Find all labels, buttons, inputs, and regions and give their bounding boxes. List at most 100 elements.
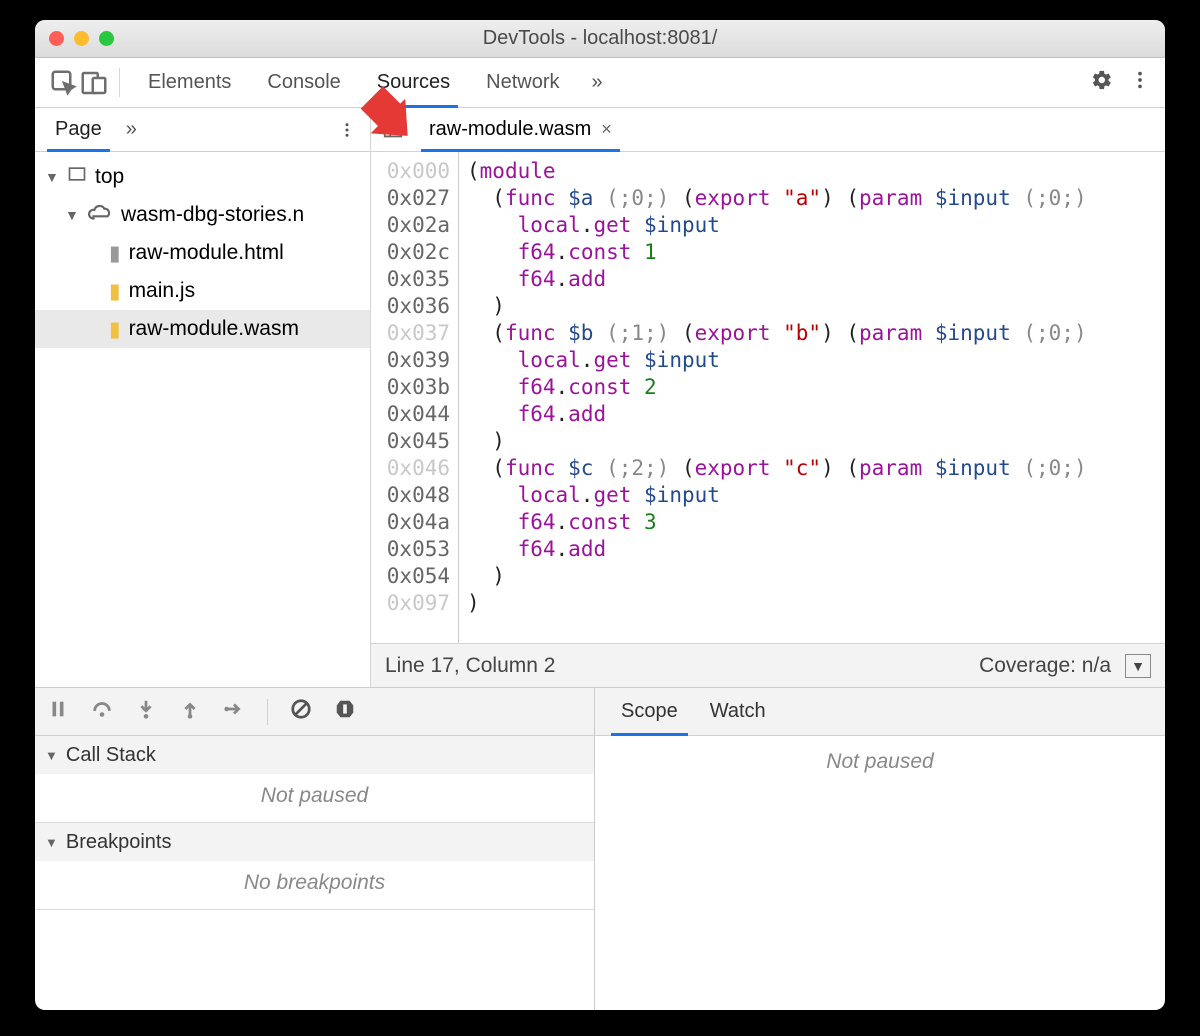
close-tab-icon[interactable]: × [601, 119, 612, 140]
code-line[interactable]: ) [467, 563, 1157, 590]
minimize-window-button[interactable] [74, 31, 89, 46]
navigator-pane: Page » ▼ top ▼ wasm-dbg-storie [35, 108, 371, 687]
gutter-address[interactable]: 0x054 [371, 563, 450, 590]
tree-file[interactable]: ▮ main.js [35, 272, 370, 310]
section-header[interactable]: ▼ Breakpoints [35, 823, 594, 861]
step-over-icon[interactable] [91, 698, 113, 726]
gutter-address[interactable]: 0x027 [371, 185, 450, 212]
gutter-address[interactable]: 0x04a [371, 509, 450, 536]
tabs-overflow-icon[interactable]: » [578, 58, 617, 107]
close-window-button[interactable] [49, 31, 64, 46]
code-line[interactable]: ) [467, 293, 1157, 320]
gutter-address[interactable]: 0x02a [371, 212, 450, 239]
gutter-address[interactable]: 0x03b [371, 374, 450, 401]
section-body: Not paused [35, 774, 594, 822]
gutter-address[interactable]: 0x035 [371, 266, 450, 293]
traffic-lights [49, 31, 114, 46]
deactivate-breakpoints-icon[interactable] [290, 698, 312, 726]
code-line[interactable]: f64.add [467, 401, 1157, 428]
code-line[interactable]: ) [467, 590, 1157, 617]
section-header[interactable]: ▼ Call Stack [35, 736, 594, 774]
devtools-window: DevTools - localhost:8081/ Elements Cons… [35, 20, 1165, 1010]
navigator-tab-page[interactable]: Page [41, 108, 116, 151]
step-icon[interactable] [223, 698, 245, 726]
step-into-icon[interactable] [135, 698, 157, 726]
coverage-label: Coverage: n/a [979, 654, 1111, 678]
tree-file[interactable]: ▮ raw-module.html [35, 234, 370, 272]
tab-watch[interactable]: Watch [694, 688, 782, 735]
tree-file-selected[interactable]: ▮ raw-module.wasm [35, 310, 370, 348]
line-number-gutter[interactable]: 0x0000x0270x02a0x02c0x0350x0360x0370x039… [371, 152, 459, 643]
editor-tabs: raw-module.wasm × [371, 108, 1165, 152]
annotation-arrow-icon [343, 86, 413, 162]
gutter-address[interactable]: 0x044 [371, 401, 450, 428]
gutter-address[interactable]: 0x02c [371, 239, 450, 266]
gutter-address[interactable]: 0x039 [371, 347, 450, 374]
chevron-down-icon: ▼ [45, 835, 58, 850]
navigator-tabs: Page » [35, 108, 370, 152]
tree-top-frame[interactable]: ▼ top [35, 158, 370, 196]
debugger-right-pane: Scope Watch Not paused [595, 688, 1165, 1010]
code-line[interactable]: local.get $input [467, 212, 1157, 239]
code-line[interactable]: f64.add [467, 266, 1157, 293]
tab-network[interactable]: Network [468, 58, 577, 107]
code-line[interactable]: f64.add [467, 536, 1157, 563]
tree-label: raw-module.html [129, 241, 284, 265]
frame-icon [67, 164, 87, 190]
code-line[interactable]: (func $b (;1;) (export "b") (param $inpu… [467, 320, 1157, 347]
chevron-down-icon: ▼ [45, 169, 59, 185]
editor-pane: raw-module.wasm × 0x0000x0270x02a0x02c0x… [371, 108, 1165, 687]
debugger-left-pane: ▼ Call Stack Not paused ▼ Breakpoints No… [35, 688, 595, 1010]
scope-body: Not paused [595, 736, 1165, 788]
editor-status-bar: Line 17, Column 2 Coverage: n/a ▼ [371, 643, 1165, 687]
gutter-address[interactable]: 0x097 [371, 590, 450, 617]
code-content[interactable]: (module (func $a (;0;) (export "a") (par… [459, 152, 1165, 643]
code-line[interactable]: local.get $input [467, 347, 1157, 374]
chevron-down-icon: ▼ [45, 748, 58, 763]
file-icon: ▮ [109, 241, 121, 266]
scope-tabs: Scope Watch [595, 688, 1165, 736]
gutter-address[interactable]: 0x046 [371, 455, 450, 482]
code-line[interactable]: ) [467, 428, 1157, 455]
tab-elements[interactable]: Elements [130, 58, 249, 107]
gutter-address[interactable]: 0x053 [371, 536, 450, 563]
breakpoints-section: ▼ Breakpoints No breakpoints [35, 823, 594, 910]
settings-gear-icon[interactable] [1091, 69, 1113, 97]
pause-icon[interactable] [47, 698, 69, 726]
code-line[interactable]: f64.const 2 [467, 374, 1157, 401]
window-titlebar: DevTools - localhost:8081/ [35, 20, 1165, 58]
gutter-address[interactable]: 0x036 [371, 293, 450, 320]
zoom-window-button[interactable] [99, 31, 114, 46]
navigator-tabs-overflow-icon[interactable]: » [116, 108, 147, 151]
inspect-element-icon[interactable] [49, 58, 79, 107]
code-line[interactable]: local.get $input [467, 482, 1157, 509]
gutter-address[interactable]: 0x045 [371, 428, 450, 455]
window-title: DevTools - localhost:8081/ [35, 27, 1165, 50]
tab-scope[interactable]: Scope [605, 688, 694, 735]
step-out-icon[interactable] [179, 698, 201, 726]
editor-tab-raw-module[interactable]: raw-module.wasm × [415, 108, 626, 151]
gutter-address[interactable]: 0x000 [371, 158, 450, 185]
code-line[interactable]: f64.const 1 [467, 239, 1157, 266]
chevron-down-icon: ▼ [65, 207, 79, 223]
js-file-icon: ▮ [109, 279, 121, 304]
separator [119, 68, 120, 97]
gutter-address[interactable]: 0x048 [371, 482, 450, 509]
section-body: No breakpoints [35, 861, 594, 909]
gutter-address[interactable]: 0x037 [371, 320, 450, 347]
tree-label: wasm-dbg-stories.n [121, 203, 304, 227]
code-line[interactable]: (func $a (;0;) (export "a") (param $inpu… [467, 185, 1157, 212]
pause-on-exceptions-icon[interactable] [334, 698, 356, 726]
code-line[interactable]: f64.const 3 [467, 509, 1157, 536]
code-editor[interactable]: 0x0000x0270x02a0x02c0x0350x0360x0370x039… [371, 152, 1165, 643]
more-options-icon[interactable] [1129, 69, 1151, 97]
coverage-dropdown-icon[interactable]: ▼ [1125, 654, 1151, 678]
device-toolbar-icon[interactable] [79, 58, 109, 107]
main-tabs: Elements Console Sources Network » [35, 58, 1165, 108]
separator [267, 699, 268, 725]
file-tree: ▼ top ▼ wasm-dbg-stories.n ▮ raw-module.… [35, 152, 370, 687]
tree-origin[interactable]: ▼ wasm-dbg-stories.n [35, 196, 370, 234]
code-line[interactable]: (module [467, 158, 1157, 185]
code-line[interactable]: (func $c (;2;) (export "c") (param $inpu… [467, 455, 1157, 482]
tab-label: raw-module.wasm [429, 118, 591, 141]
